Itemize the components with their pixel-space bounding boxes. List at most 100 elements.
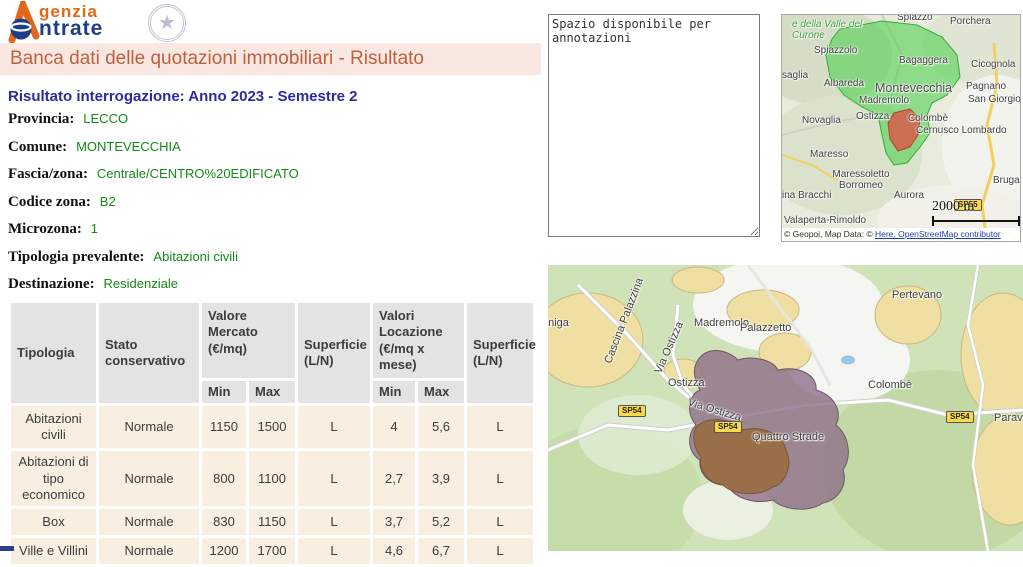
map-attribution-text: © Geopoi, Map Data: ©	[784, 229, 875, 239]
cell-vm-max: 1100	[249, 451, 295, 506]
cell-vl-max: 5,6	[418, 406, 464, 448]
logo-text-line2: ntrate	[39, 17, 103, 41]
map-scale-text: 2000 m	[932, 199, 974, 215]
cell-superficie-2: L	[467, 509, 533, 535]
col-header-tipologia: Tipologia	[11, 303, 96, 403]
page-title-banner: Banca dati delle quotazioni immobiliari …	[0, 43, 541, 75]
col-header-valore-mercato: Valore Mercato (€/mq)	[202, 303, 295, 378]
map-label-quattro-strade: Quattro Strade	[752, 431, 824, 443]
table-row: Ville e Villini Normale 1200 1700 L 4,6 …	[11, 538, 533, 564]
map-scale-bar	[932, 216, 1020, 226]
table-row: Abitazioni civili Normale 1150 1500 L 4 …	[11, 406, 533, 448]
subheader-min-mercato: Min	[202, 381, 246, 403]
cell-superficie-1: L	[298, 509, 370, 535]
cell-tipologia: Ville e Villini	[11, 538, 96, 564]
map-label-colombe: Colombè	[908, 113, 948, 124]
detail-map[interactable]: aniga Cascina Palazzina Via Ostizza Madr…	[548, 265, 1023, 551]
map-label-pagnano: Pagnano	[966, 81, 1006, 92]
italy-emblem-icon: ★	[148, 4, 186, 42]
agenzia-entrate-logo: genzia ntrate ★	[8, 1, 198, 43]
map-label-aurora: Aurora	[894, 190, 924, 201]
map-label-porchera: Porchera	[950, 16, 991, 27]
col-header-stato-conservativo: Stato conservativo	[99, 303, 199, 403]
field-label: Provincia:	[8, 111, 74, 127]
field-value: 1	[91, 221, 98, 236]
field-comune: Comune: MONTEVECCHIA	[8, 138, 299, 166]
cell-superficie-1: L	[298, 406, 370, 448]
col-header-superficie-1: Superficie (L/N)	[298, 303, 370, 403]
cell-vl-min: 4	[373, 406, 415, 448]
cell-superficie-2: L	[467, 451, 533, 506]
map-label-ostizza: Ostizza	[856, 111, 889, 122]
result-fields: Provincia: LECCO Comune: MONTEVECCHIA Fa…	[8, 110, 299, 303]
field-fascia-zona: Fascia/zona: Centrale/CENTRO%20EDIFICATO	[8, 165, 299, 193]
map-label-aniga: aniga	[548, 317, 569, 329]
cell-vl-min: 2,7	[373, 451, 415, 506]
field-provincia: Provincia: LECCO	[8, 110, 299, 138]
field-value: Abitazioni civili	[153, 249, 238, 264]
cell-superficie-1: L	[298, 538, 370, 564]
cell-superficie-2: L	[467, 406, 533, 448]
map-label-pertevano: Pertevano	[892, 289, 942, 301]
cell-stato: Normale	[99, 509, 199, 535]
map-label-maresso: Maresso	[810, 149, 848, 160]
map-label-bagaggera: Bagaggera	[899, 55, 948, 66]
map-label-paravino: Parav	[994, 412, 1023, 424]
map-label-colombe: Colombè	[868, 379, 912, 391]
map-label-albareda: Albareda	[824, 78, 864, 89]
field-value: Centrale/CENTRO%20EDIFICATO	[97, 166, 299, 181]
field-microzona: Microzona: 1	[8, 220, 299, 248]
annotations-textarea[interactable]: Spazio disponibile per annotazioni	[548, 14, 760, 237]
cell-vm-max: 1700	[249, 538, 295, 564]
cell-vm-min: 1150	[202, 406, 246, 448]
cell-vm-min: 800	[202, 451, 246, 506]
cell-vl-max: 6,7	[418, 538, 464, 564]
map-attribution-link[interactable]: Here, OpenStreetMap contributor	[875, 229, 1001, 239]
col-header-superficie-2: Superficie (L/N)	[467, 303, 533, 403]
subheader-max-locazione: Max	[418, 381, 464, 403]
map-label-valaperta-rimoldo: Valaperta-Rimoldo	[784, 215, 866, 226]
map-label-cascina-bracchi: ina Bracchi	[782, 190, 831, 201]
field-destinazione: Destinazione: Residenziale	[8, 275, 299, 303]
road-badge-sp54: SP54	[946, 411, 974, 423]
field-label: Tipologia prevalente:	[8, 249, 145, 265]
map-label-cernusco-lombardo: Cernusco Lombardo	[916, 125, 1007, 136]
cell-stato: Normale	[99, 538, 199, 564]
subheader-max-mercato: Max	[249, 381, 295, 403]
field-label: Fascia/zona:	[8, 166, 88, 182]
cell-tipologia: Box	[11, 509, 96, 535]
cell-stato: Normale	[99, 451, 199, 506]
table-row: Abitazioni di tipo economico Normale 800…	[11, 451, 533, 506]
field-codice-zona: Codice zona: B2	[8, 193, 299, 221]
cell-tipologia: Abitazioni di tipo economico	[11, 451, 96, 506]
cell-vl-min: 3,7	[373, 509, 415, 535]
logo-mark-icon	[8, 1, 42, 43]
cell-vl-max: 5,2	[418, 509, 464, 535]
cell-vm-min: 1200	[202, 538, 246, 564]
field-value: LECCO	[83, 111, 128, 126]
cell-vm-max: 1500	[249, 406, 295, 448]
map-label-maressoletto-borromeo: Maressoletto Borromeo	[820, 169, 902, 191]
table-row: Box Normale 830 1150 L 3,7 5,2 L	[11, 509, 533, 535]
field-label: Codice zona:	[8, 194, 91, 210]
cell-stato: Normale	[99, 406, 199, 448]
quotations-table: Tipologia Stato conservativo Valore Merc…	[8, 300, 538, 567]
field-tipologia-prevalente: Tipologia prevalente: Abitazioni civili	[8, 248, 299, 276]
field-value: Residenziale	[104, 276, 178, 291]
road-badge-sp54: SP54	[618, 405, 646, 417]
overview-map[interactable]: e della Valle del Curone Spiazzo Porcher…	[781, 14, 1021, 242]
field-label: Destinazione:	[8, 276, 95, 292]
cell-vl-max: 3,9	[418, 451, 464, 506]
field-value: B2	[100, 194, 116, 209]
field-value: MONTEVECCHIA	[76, 139, 181, 154]
subheader-min-locazione: Min	[373, 381, 415, 403]
map-label-cicognola: Cicognola	[971, 59, 1015, 70]
map-label-palazzetto: Palazzetto	[740, 322, 791, 334]
map-attribution: © Geopoi, Map Data: © Here, OpenStreetMa…	[782, 228, 1020, 241]
cell-superficie-2: L	[467, 538, 533, 564]
map-label-saglia: saglia	[782, 70, 808, 81]
cell-vl-min: 4,6	[373, 538, 415, 564]
map-label-protected-area: e della Valle del Curone	[792, 19, 870, 41]
map-label-san-giorgio: San Giorgio	[968, 94, 1021, 105]
road-badge-sp54: SP54	[714, 421, 742, 433]
